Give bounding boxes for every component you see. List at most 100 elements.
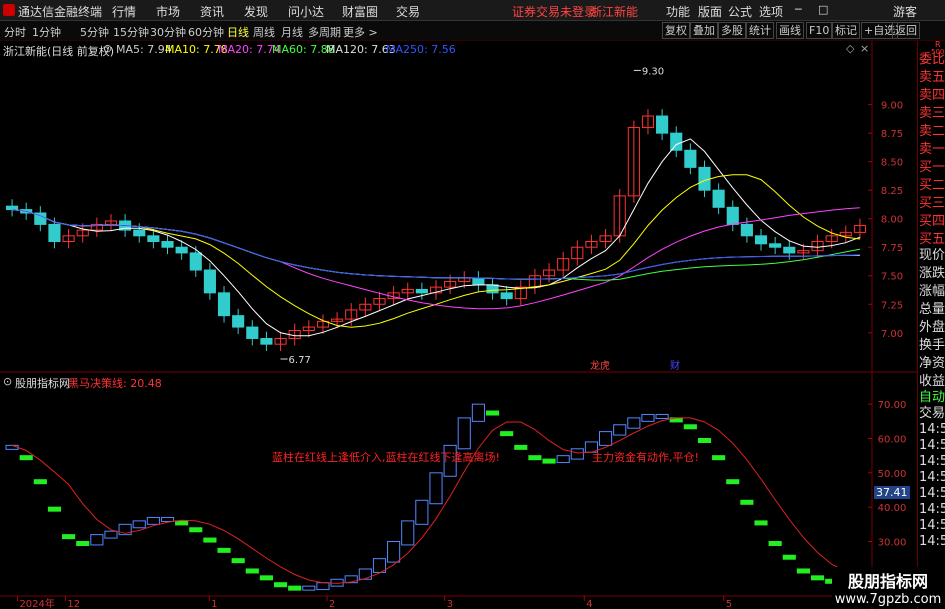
indicator-note-1: 蓝柱在红线上逢低介入,蓝柱在红线下逢高离场! — [272, 451, 500, 464]
quote-turnover: 换手 — [919, 338, 945, 353]
quote-sell5: 卖五 — [919, 70, 945, 85]
indicator-bar — [599, 431, 613, 446]
event-marker-longhu: 龙虎 — [590, 359, 610, 372]
indicator-bar — [245, 568, 259, 574]
menu-item-gongshi[interactable]: 公式 — [728, 3, 752, 20]
indicator-tick-label: 70.00 — [878, 400, 907, 411]
tab-15min[interactable]: 15分钟 — [113, 24, 149, 40]
fuquan-button[interactable]: 复权 — [662, 22, 690, 39]
candle-body — [260, 337, 273, 345]
tick-time-3: 14:5 — [919, 454, 945, 469]
back-button[interactable]: 返回 — [892, 22, 920, 39]
diejia-button[interactable]: 叠加 — [690, 22, 718, 39]
trade-status[interactable]: 证券交易未登录 — [512, 3, 596, 20]
menu-item-wenxiaoda[interactable]: 问小达 — [288, 3, 324, 20]
menu-item-caifuquan[interactable]: 财富圈 — [342, 3, 378, 20]
menu-item-gongneng[interactable]: 功能 — [666, 3, 690, 20]
indicator-bar — [288, 585, 302, 591]
indicator-bar — [132, 520, 146, 529]
quote-weibi: 委比 — [919, 52, 945, 67]
timeframe-bar: 分时 1分钟 5分钟 15分钟 30分钟 60分钟 日线 周线 月线 多周期 更… — [0, 21, 945, 41]
tab-weekly[interactable]: 周线 — [253, 24, 275, 40]
indicator-bar — [387, 541, 401, 563]
indicator-bar — [810, 575, 825, 581]
indicator-bar — [697, 438, 712, 443]
quote-sell3: 卖三 — [919, 106, 945, 121]
indicator-bar — [19, 455, 33, 461]
quote-volume: 总量 — [919, 302, 945, 317]
f10-button[interactable]: F10 — [806, 22, 833, 39]
menu-item-hangqing[interactable]: 行情 — [112, 3, 136, 20]
app-title: 通达信金融终端 — [18, 5, 103, 19]
menu-item-zixun[interactable]: 资讯 — [200, 3, 224, 20]
candle-body — [48, 223, 61, 243]
candle-body — [754, 235, 768, 245]
menu-item-shichang[interactable]: 市场 — [156, 3, 180, 20]
price-tick-label: 7.00 — [881, 329, 903, 340]
indicator-panel-title: 股朋指标网 — [15, 377, 70, 390]
tick-time-4: 14:5 — [919, 470, 945, 485]
header-stock-name: 浙江新能 — [590, 5, 639, 19]
tab-60min[interactable]: 60分钟 — [188, 24, 224, 40]
candle-body — [783, 246, 796, 254]
indicator-tick-label: 50.00 — [878, 469, 907, 480]
candle-body — [486, 284, 499, 294]
menu-item-jiaoyi[interactable]: 交易 — [396, 3, 420, 20]
indicator-bar — [500, 431, 514, 437]
indicator-bar — [556, 455, 570, 464]
duogu-button[interactable]: 多股 — [718, 22, 746, 39]
candle-body — [415, 288, 428, 294]
tab-daily[interactable]: 日线 — [227, 24, 249, 40]
candle-body — [500, 292, 513, 300]
candle-body — [189, 252, 202, 271]
candle-body — [232, 315, 245, 328]
x-tick-label: 12 — [67, 599, 80, 609]
indicator-bar — [613, 424, 627, 436]
tab-5min[interactable]: 5分钟 — [80, 24, 109, 40]
huaxian-button[interactable]: 画线 — [776, 22, 804, 39]
indicator-tick-label: 60.00 — [878, 435, 907, 446]
biaoji-button[interactable]: 标记 — [832, 22, 860, 39]
window-minimize-icon[interactable]: ─ — [795, 3, 802, 16]
indicator-circle-icon[interactable]: ⊙ — [3, 375, 12, 388]
candle-body — [217, 292, 231, 317]
x-tick-label: 3 — [447, 599, 453, 609]
indicator-bar — [90, 534, 104, 546]
chart-area[interactable]: 9.00 8.75 8.50 8.25 8.00 7.75 7.50 7.25 7.00 70.0… — [0, 41, 917, 609]
indicator-bar — [33, 479, 47, 485]
menu-item-xuanxiang[interactable]: 选项 — [759, 3, 783, 20]
ma-line — [12, 174, 860, 328]
indicator-bar — [726, 479, 740, 485]
tab-more[interactable]: 更多 > — [343, 24, 378, 40]
tab-fenshi[interactable]: 分时 — [4, 24, 26, 40]
indicator-bar — [627, 417, 641, 429]
window-maximize-icon[interactable]: □ — [818, 3, 828, 16]
tab-multi[interactable]: 多周期 — [308, 24, 341, 40]
watermark-line2: www.7gpzb.com — [834, 592, 942, 607]
tab-monthly[interactable]: 月线 — [281, 24, 303, 40]
x-tick-label: 5 — [726, 599, 732, 609]
app-logo-icon — [3, 4, 15, 16]
price-tick-label: 7.50 — [881, 272, 903, 283]
tab-1min[interactable]: 1分钟 — [32, 24, 61, 40]
indicator-bar — [457, 417, 471, 450]
price-tick-label: 9.00 — [881, 101, 903, 112]
indicator-bar — [485, 410, 500, 416]
quote-trade[interactable]: 交易 — [919, 402, 945, 421]
tongji-button[interactable]: 统计 — [746, 22, 774, 39]
watermark-line1: 股朋指标网 — [847, 572, 928, 591]
candle-body — [740, 223, 753, 237]
indicator-bar — [231, 558, 245, 564]
indicator-bar — [160, 516, 175, 522]
tick-time-7: 14:5 — [919, 518, 945, 533]
tab-30min[interactable]: 30分钟 — [150, 24, 186, 40]
indicator-bar — [189, 527, 203, 533]
indicator-bar — [76, 541, 90, 546]
indicator-bar — [712, 455, 726, 461]
menu-item-banmian[interactable]: 版面 — [698, 3, 722, 20]
menu-item-faxian[interactable]: 发现 — [244, 3, 268, 20]
indicator-bar — [104, 530, 118, 539]
quote-outer: 外盘 — [919, 320, 945, 335]
candle-body — [133, 229, 146, 237]
user-label[interactable]: 游客 — [893, 3, 917, 20]
